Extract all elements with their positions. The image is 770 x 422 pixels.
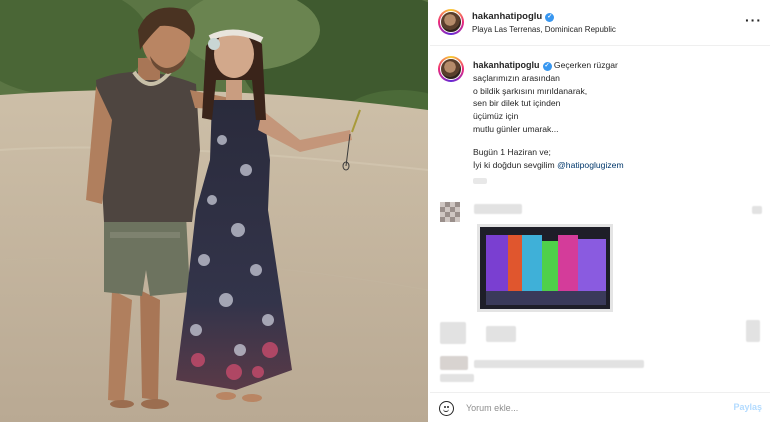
caption-line: mutlu günler umarak... [473,123,559,134]
more-options-icon[interactable]: ··· [745,12,762,28]
comment-actions-redacted [440,322,466,344]
author-username-row[interactable]: hakanhatipoglu ✓ [472,11,555,22]
caption-line: o bildik şarkısını mırıldanarak, [473,85,588,96]
author-username[interactable]: hakanhatipoglu [472,11,542,22]
caption-mention-link[interactable]: @hatipoglugizem [557,160,624,170]
comment-composer: Paylaş [430,392,770,422]
caption-line: Bugün 1 Haziran ve; [473,146,551,157]
caption-line: İyi ki doğdun sevgilim [473,159,555,170]
comment-input[interactable] [466,400,716,416]
comment-like-redacted[interactable] [746,320,760,342]
comment-meta-redacted [440,374,474,382]
comment-sticker-redacted [477,224,613,312]
comment-username-redacted [474,204,522,214]
emoji-icon[interactable] [439,401,454,416]
post-detail-panel: hakanhatipoglu ✓ Playa Las Terrenas, Domi… [430,0,770,422]
caption-timestamp-redacted [473,178,487,184]
caption-line: sen bir dilek tut içinden [473,98,561,109]
caption-line: saçlarımızın arasından [473,72,560,83]
post-header: hakanhatipoglu ✓ Playa Las Terrenas, Domi… [430,0,770,46]
caption-line: üçümüz için [473,111,519,122]
verified-badge-icon: ✓ [545,13,555,22]
post-comment-button[interactable]: Paylaş [733,402,762,412]
beach-couple-photo [0,0,428,422]
post-caption: hakanhatipoglu ✓ Geçerken rüzgar saçlarım… [473,59,758,171]
caption-spacer [473,136,758,146]
comment-avatar-redacted[interactable] [440,356,468,370]
comment-text-redacted [474,360,644,368]
comment-avatar-redacted[interactable] [440,202,460,222]
post-location[interactable]: Playa Las Terrenas, Dominican Republic [472,25,616,34]
caption-line: Geçerken rüzgar [553,60,618,70]
author-avatar[interactable] [438,9,464,35]
post-photo[interactable] [0,0,428,422]
caption-author-avatar[interactable] [438,56,464,82]
comment-actions-redacted [486,326,516,342]
caption-username[interactable]: hakanhatipoglu [473,60,540,70]
verified-badge-icon: ✓ [542,62,552,71]
comment-like-redacted[interactable] [752,206,762,214]
